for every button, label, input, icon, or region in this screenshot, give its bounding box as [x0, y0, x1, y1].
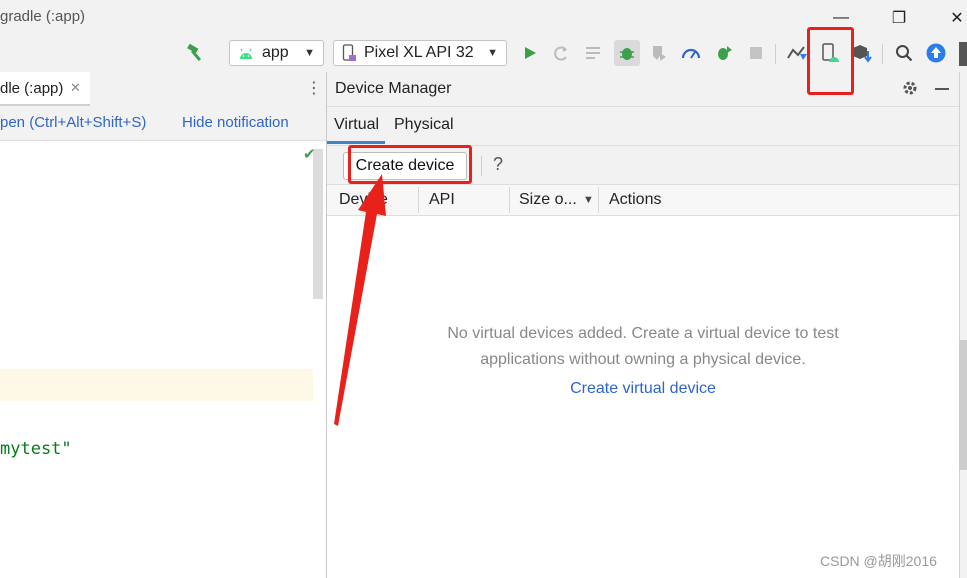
- highlight-box-device-manager-icon: [807, 27, 854, 95]
- toolbar-separator: [775, 44, 776, 64]
- chevron-down-icon: ▼: [304, 47, 315, 59]
- apply-code-icon[interactable]: [583, 42, 605, 64]
- debug-icon[interactable]: [614, 40, 640, 66]
- column-header-size[interactable]: Size o...: [519, 191, 577, 209]
- help-icon[interactable]: ?: [493, 154, 503, 175]
- restore-button[interactable]: ❐: [876, 2, 922, 34]
- apply-changes-icon[interactable]: [550, 42, 572, 64]
- device-manager-tabs: Virtual Physical: [327, 107, 959, 146]
- module-selector[interactable]: app ▼: [229, 40, 324, 66]
- sort-desc-icon[interactable]: ▼: [583, 194, 594, 206]
- empty-state-text-line2: applications without owning a physical d…: [480, 351, 806, 368]
- toolbar-overflow-edge: [959, 42, 967, 66]
- right-scrollbar-thumb[interactable]: [959, 340, 967, 470]
- sync-icon[interactable]: [786, 42, 808, 64]
- watermark: CSDN @胡刚2016: [820, 553, 937, 569]
- device-manager-header: Device Manager: [327, 72, 959, 107]
- editor-tab-bar: dle (:app) ✕ ⋮: [0, 72, 326, 107]
- notification-bar: pen (Ctrl+Alt+Shift+S) Hide notification: [0, 106, 326, 141]
- column-header-api[interactable]: API: [429, 191, 455, 209]
- update-icon[interactable]: [925, 42, 947, 64]
- annotation-arrow: [334, 174, 386, 426]
- create-virtual-device-link[interactable]: Create virtual device: [327, 380, 959, 398]
- build-hammer-icon[interactable]: [184, 42, 206, 64]
- right-tool-strip: [959, 72, 967, 578]
- active-tab-indicator: [327, 141, 385, 144]
- chevron-down-icon: ▼: [487, 47, 498, 59]
- hide-notification-link[interactable]: Hide notification: [182, 114, 289, 131]
- module-selector-label: app: [262, 44, 289, 61]
- device-icon: [342, 44, 356, 62]
- toolbar-separator: [882, 44, 883, 64]
- device-selector[interactable]: Pixel XL API 32 ▼: [333, 40, 507, 66]
- search-icon[interactable]: [893, 42, 915, 64]
- inspection-ok-icon: ✔: [303, 146, 316, 163]
- coverage-icon[interactable]: [648, 42, 670, 64]
- hide-panel-icon[interactable]: [935, 88, 949, 90]
- gear-icon[interactable]: [901, 79, 919, 102]
- editor-tab-label: dle (:app): [0, 80, 64, 97]
- toolbar-separator: [481, 156, 482, 176]
- empty-state-text-line1: No virtual devices added. Create a virtu…: [447, 325, 839, 342]
- profiler-icon[interactable]: [680, 42, 702, 64]
- close-button[interactable]: ✕: [934, 2, 967, 34]
- android-icon: [238, 47, 254, 59]
- device-table-header: Device API Size o... ▼ Actions: [327, 184, 959, 216]
- editor-pane: dle (:app) ✕ ⋮ pen (Ctrl+Alt+Shift+S) Hi…: [0, 72, 326, 578]
- column-header-actions[interactable]: Actions: [609, 191, 661, 209]
- open-project-structure-link[interactable]: pen (Ctrl+Alt+Shift+S): [0, 114, 146, 131]
- sdk-manager-icon[interactable]: [851, 42, 873, 64]
- column-divider[interactable]: [418, 187, 419, 213]
- column-divider[interactable]: [509, 187, 510, 213]
- tab-virtual[interactable]: Virtual: [334, 116, 379, 134]
- stop-icon[interactable]: [745, 42, 767, 64]
- attach-debugger-icon[interactable]: [713, 42, 735, 64]
- device-selector-label: Pixel XL API 32: [364, 44, 474, 61]
- editor-scrollbar[interactable]: [313, 149, 323, 299]
- window-title: gradle (:app): [0, 8, 86, 25]
- code-string-literal: mytest": [0, 439, 72, 459]
- current-line-highlight: [0, 369, 313, 401]
- more-options-icon[interactable]: ⋮: [306, 78, 322, 98]
- run-icon[interactable]: [519, 42, 541, 64]
- tab-physical[interactable]: Physical: [394, 116, 454, 134]
- column-divider[interactable]: [598, 187, 599, 213]
- device-manager-title: Device Manager: [335, 80, 452, 97]
- editor-tab[interactable]: dle (:app) ✕: [0, 72, 90, 107]
- close-tab-icon[interactable]: ✕: [70, 80, 81, 96]
- code-editor[interactable]: ✔ mytest": [0, 141, 326, 578]
